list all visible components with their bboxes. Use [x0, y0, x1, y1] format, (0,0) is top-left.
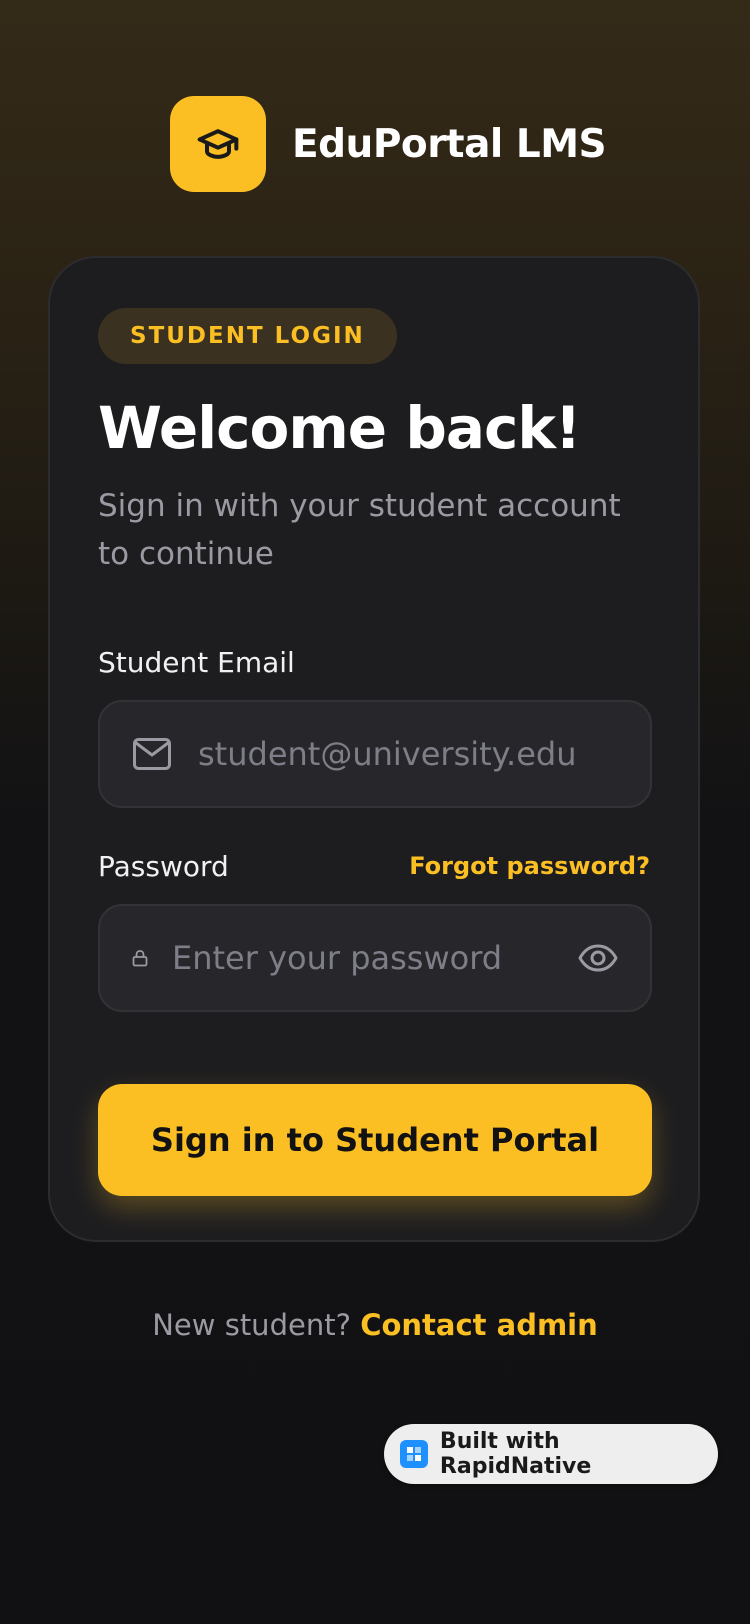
built-with-label: Built with RapidNative [439, 1429, 592, 1479]
password-field-container[interactable] [98, 904, 652, 1012]
built-with-badge[interactable]: Built with RapidNative [384, 1424, 718, 1484]
contact-admin-link[interactable]: Contact admin [360, 1308, 598, 1342]
page-subtitle: Sign in with your student account to con… [98, 488, 621, 572]
page-title: Welcome back! [98, 394, 581, 462]
password-label: Password [98, 850, 229, 883]
signup-prompt: New student? Contact admin [0, 1308, 750, 1342]
rapidnative-logo-icon [400, 1440, 428, 1468]
new-student-text: New student? [152, 1308, 351, 1342]
forgot-password-link[interactable]: Forgot password? [409, 852, 650, 880]
mail-icon [132, 737, 172, 771]
email-field-container[interactable] [98, 700, 652, 808]
app-name: EduPortal LMS [292, 121, 607, 167]
graduation-cap-icon [170, 96, 266, 192]
eye-icon[interactable] [578, 944, 618, 972]
email-input[interactable] [198, 735, 650, 773]
sign-in-button[interactable]: Sign in to Student Portal [98, 1084, 652, 1196]
brand-header: EduPortal LMS [170, 96, 607, 192]
login-card: STUDENT LOGIN Welcome back! Sign in with… [48, 256, 700, 1242]
password-input[interactable] [172, 939, 566, 977]
student-login-badge: STUDENT LOGIN [98, 308, 397, 364]
email-label: Student Email [98, 646, 295, 679]
lock-icon [132, 949, 148, 967]
